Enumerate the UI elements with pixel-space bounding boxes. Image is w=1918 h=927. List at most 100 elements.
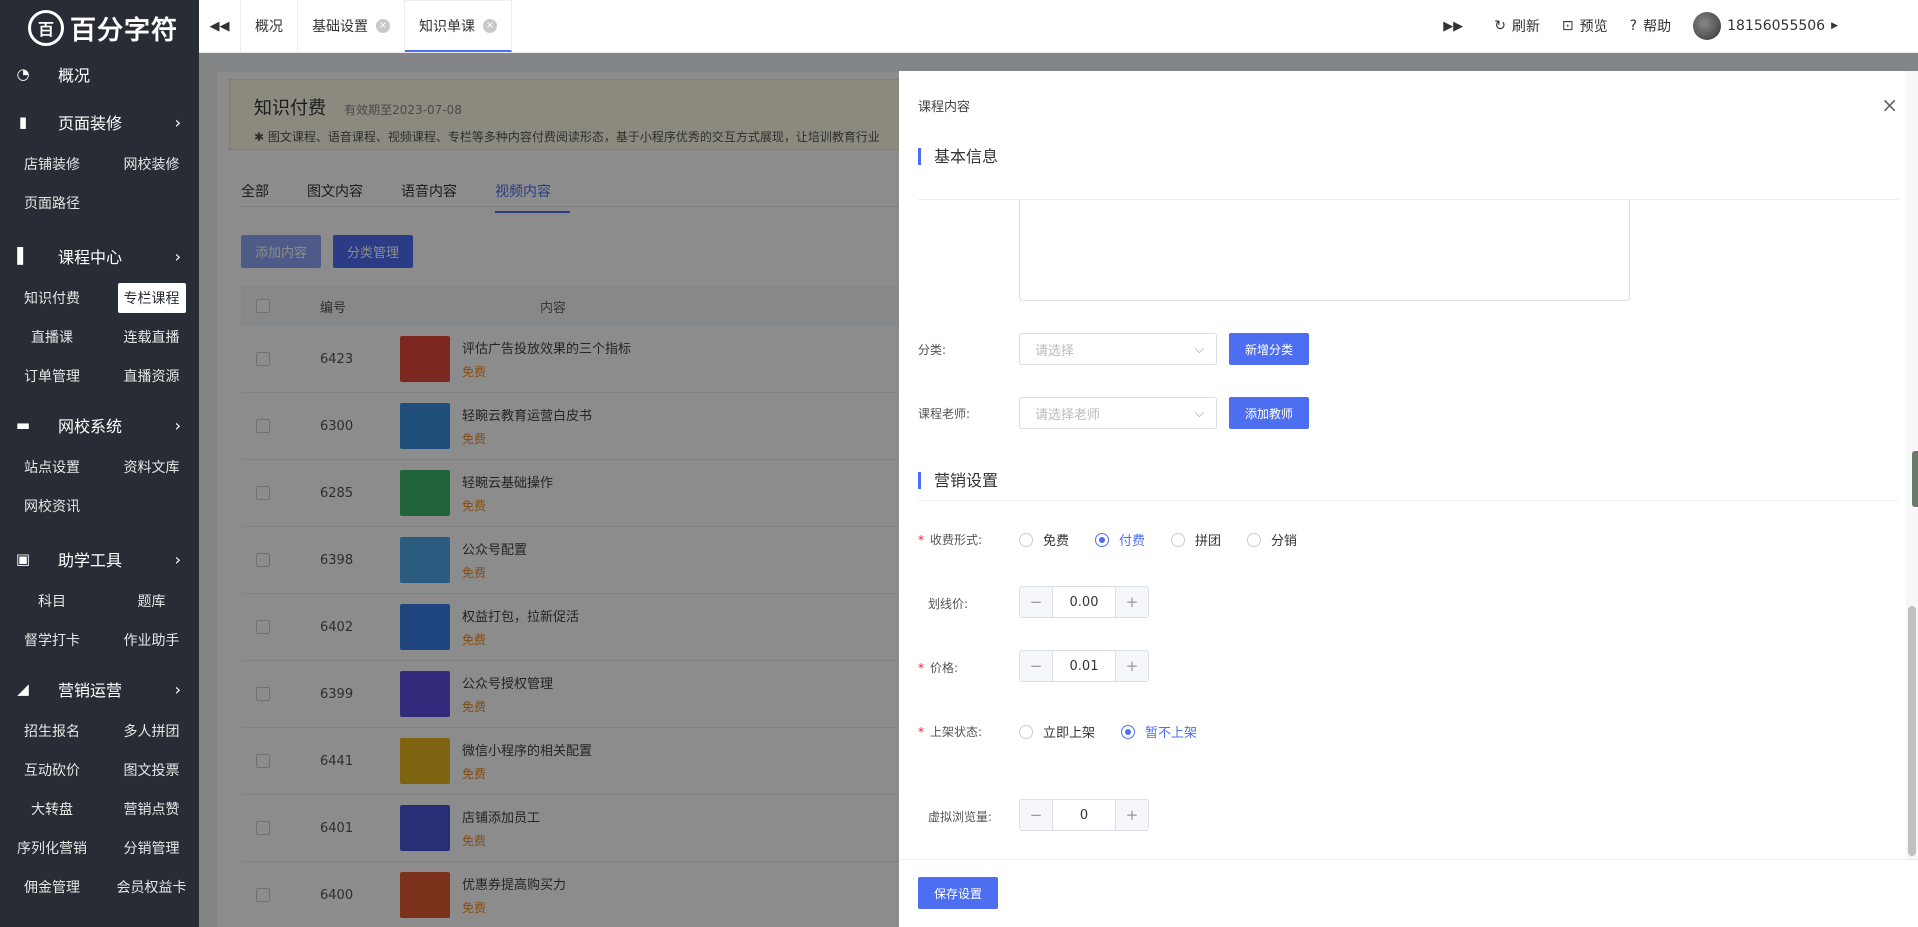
- tab-knowledge-lesson[interactable]: 知识单课 ×: [405, 0, 512, 52]
- save-settings-button[interactable]: 保存设置: [918, 877, 998, 909]
- help-button[interactable]: ? 帮助: [1630, 16, 1671, 36]
- book-icon: ▌: [17, 247, 29, 265]
- sidebar-item-live-resources[interactable]: 直播资源: [104, 356, 199, 395]
- sidebar-item-distribution[interactable]: 分销管理: [104, 828, 199, 867]
- tab-label: 概况: [255, 19, 283, 35]
- sidebar-section-decoration[interactable]: ▮ 页面装修 ›: [0, 100, 199, 144]
- price-stepper: − 0.01 +: [1019, 650, 1149, 682]
- sidebar-item-library[interactable]: 资料文库: [104, 447, 199, 486]
- section-divider: [918, 500, 1899, 501]
- sidebar-item-voting[interactable]: 图文投票: [104, 750, 199, 789]
- close-icon[interactable]: ×: [483, 18, 497, 33]
- megaphone-icon: ◢: [17, 680, 29, 698]
- sidebar-item-enrollment[interactable]: 招生报名: [0, 711, 104, 750]
- top-bar: ◀◀ 概况 基础设置 × 知识单课 × ▶▶ ↻ 刷新 ⊡ 预览 ? 帮助 18…: [199, 0, 1918, 53]
- monitor-icon: ▬: [15, 416, 31, 434]
- decrement-button[interactable]: −: [1020, 587, 1052, 617]
- charge-paid-radio[interactable]: 付费: [1095, 530, 1145, 549]
- drawer-title: 课程内容: [918, 100, 971, 115]
- close-icon[interactable]: ×: [376, 19, 390, 33]
- refresh-icon: ↻: [1494, 18, 1506, 34]
- increment-button[interactable]: +: [1116, 651, 1148, 681]
- sidebar-section-label: 课程中心: [58, 248, 123, 267]
- tabs-scroll-left-icon[interactable]: ◀◀: [199, 0, 241, 52]
- sidebar-item-page-path[interactable]: 页面路径: [0, 183, 104, 222]
- sidebar-item-member-card[interactable]: 会员权益卡: [104, 867, 199, 906]
- views-label: 虚拟浏览量:: [928, 810, 993, 824]
- decrement-button[interactable]: −: [1020, 800, 1052, 830]
- charge-distribution-radio[interactable]: 分销: [1247, 530, 1297, 549]
- sidebar: 百 百分字符 ◔ 概况 ▮ 页面装修 › 店铺装修 网校装修 页面路径 ▌ 课程…: [0, 0, 199, 927]
- charge-free-radio[interactable]: 免费: [1019, 530, 1069, 549]
- user-phone: 18156055506: [1727, 18, 1826, 34]
- charge-group-radio[interactable]: 拼团: [1171, 530, 1221, 549]
- sidebar-section-study-tools[interactable]: ▣ 助学工具 ›: [0, 537, 199, 581]
- caret-right-icon: ▶: [1831, 21, 1838, 31]
- sidebar-item-serial-live[interactable]: 连载直播: [104, 317, 199, 356]
- sidebar-item-group-buy[interactable]: 多人拼团: [104, 711, 199, 750]
- logo-text: 百分字符: [70, 15, 179, 46]
- user-menu[interactable]: 18156055506 ▶: [1693, 12, 1838, 40]
- sidebar-item-school-news[interactable]: 网校资讯: [0, 486, 104, 525]
- sidebar-item-commission[interactable]: 佣金管理: [0, 867, 104, 906]
- sidebar-section-label: 助学工具: [58, 551, 123, 570]
- sidebar-item-subjects[interactable]: 科目: [0, 581, 104, 620]
- sidebar-item-paid-knowledge[interactable]: 知识付费: [0, 278, 104, 317]
- teacher-label: 课程老师:: [918, 407, 971, 421]
- sidebar-item-checkin[interactable]: 督学打卡: [0, 620, 104, 659]
- sidebar-item-site-settings[interactable]: 站点设置: [0, 447, 104, 486]
- price-input[interactable]: 0.01: [1052, 651, 1116, 681]
- toolbox-icon: ▣: [15, 550, 31, 568]
- original-price-stepper: − 0.00 +: [1019, 586, 1149, 618]
- tabs-scroll-right-icon[interactable]: ▶▶: [1432, 0, 1474, 52]
- increment-button[interactable]: +: [1116, 800, 1148, 830]
- basic-info-heading: 基本信息: [918, 148, 998, 165]
- sidebar-item-sequence-marketing[interactable]: 序列化营销: [0, 828, 104, 867]
- sidebar-section-label: 网校系统: [58, 417, 123, 436]
- sidebar-section-school[interactable]: ▬ 网校系统 ›: [0, 403, 199, 447]
- logo-mark-icon: 百: [28, 10, 64, 46]
- close-icon[interactable]: ×: [1881, 93, 1898, 117]
- refresh-button[interactable]: ↻ 刷新: [1494, 16, 1540, 36]
- price-label: * 价格:: [918, 661, 959, 675]
- sidebar-item-column-course[interactable]: 专栏课程: [104, 278, 199, 317]
- status-publish-now-radio[interactable]: 立即上架: [1019, 722, 1095, 741]
- chevron-right-icon: ›: [174, 112, 181, 132]
- sidebar-item-orders[interactable]: 订单管理: [0, 356, 104, 395]
- chevron-down-icon: ⌵: [1194, 405, 1204, 420]
- preview-icon: ⊡: [1561, 18, 1574, 34]
- sidebar-section-overview[interactable]: ◔ 概况: [0, 54, 199, 94]
- category-label: 分类:: [918, 343, 947, 357]
- sidebar-item-live-course[interactable]: 直播课: [0, 317, 104, 356]
- sidebar-section-marketing[interactable]: ◢ 营销运营 ›: [0, 667, 199, 711]
- status-not-publish-radio[interactable]: 暂不上架: [1121, 722, 1197, 741]
- sidebar-item-question-bank[interactable]: 题库: [104, 581, 199, 620]
- brand-logo[interactable]: 百 百分字符: [0, 0, 199, 56]
- add-teacher-button[interactable]: 添加教师: [1229, 397, 1309, 429]
- sidebar-item-wheel[interactable]: 大转盘: [0, 789, 104, 828]
- scroll-thumb[interactable]: [1908, 606, 1916, 856]
- views-input[interactable]: 0: [1052, 800, 1116, 830]
- description-textarea[interactable]: [1019, 200, 1630, 301]
- teacher-select[interactable]: 请选择老师 ⌵: [1019, 397, 1217, 429]
- help-icon: ?: [1629, 18, 1638, 34]
- tab-overview[interactable]: 概况: [241, 0, 298, 52]
- add-category-button[interactable]: 新增分类: [1229, 333, 1309, 365]
- sidebar-item-school-decoration[interactable]: 网校装修: [104, 144, 199, 183]
- sidebar-item-likes[interactable]: 营销点赞: [104, 789, 199, 828]
- category-select[interactable]: 请选择 ⌵: [1019, 333, 1217, 365]
- sidebar-section-label: 页面装修: [58, 114, 123, 133]
- sidebar-section-courses[interactable]: ▌ 课程中心 ›: [0, 234, 199, 278]
- sidebar-section-label: 概况: [58, 66, 91, 85]
- original-price-input[interactable]: 0.00: [1052, 587, 1116, 617]
- increment-button[interactable]: +: [1116, 587, 1148, 617]
- sidebar-item-bargain[interactable]: 互动砍价: [0, 750, 104, 789]
- preview-button[interactable]: ⊡ 预览: [1562, 16, 1608, 36]
- tab-basic-settings[interactable]: 基础设置 ×: [298, 0, 405, 52]
- side-handle[interactable]: [1912, 451, 1918, 507]
- charge-label: * 收费形式:: [918, 533, 983, 547]
- chevron-right-icon: ›: [174, 415, 181, 435]
- sidebar-item-shop-decoration[interactable]: 店铺装修: [0, 144, 104, 183]
- decrement-button[interactable]: −: [1020, 651, 1052, 681]
- sidebar-item-homework[interactable]: 作业助手: [104, 620, 199, 659]
